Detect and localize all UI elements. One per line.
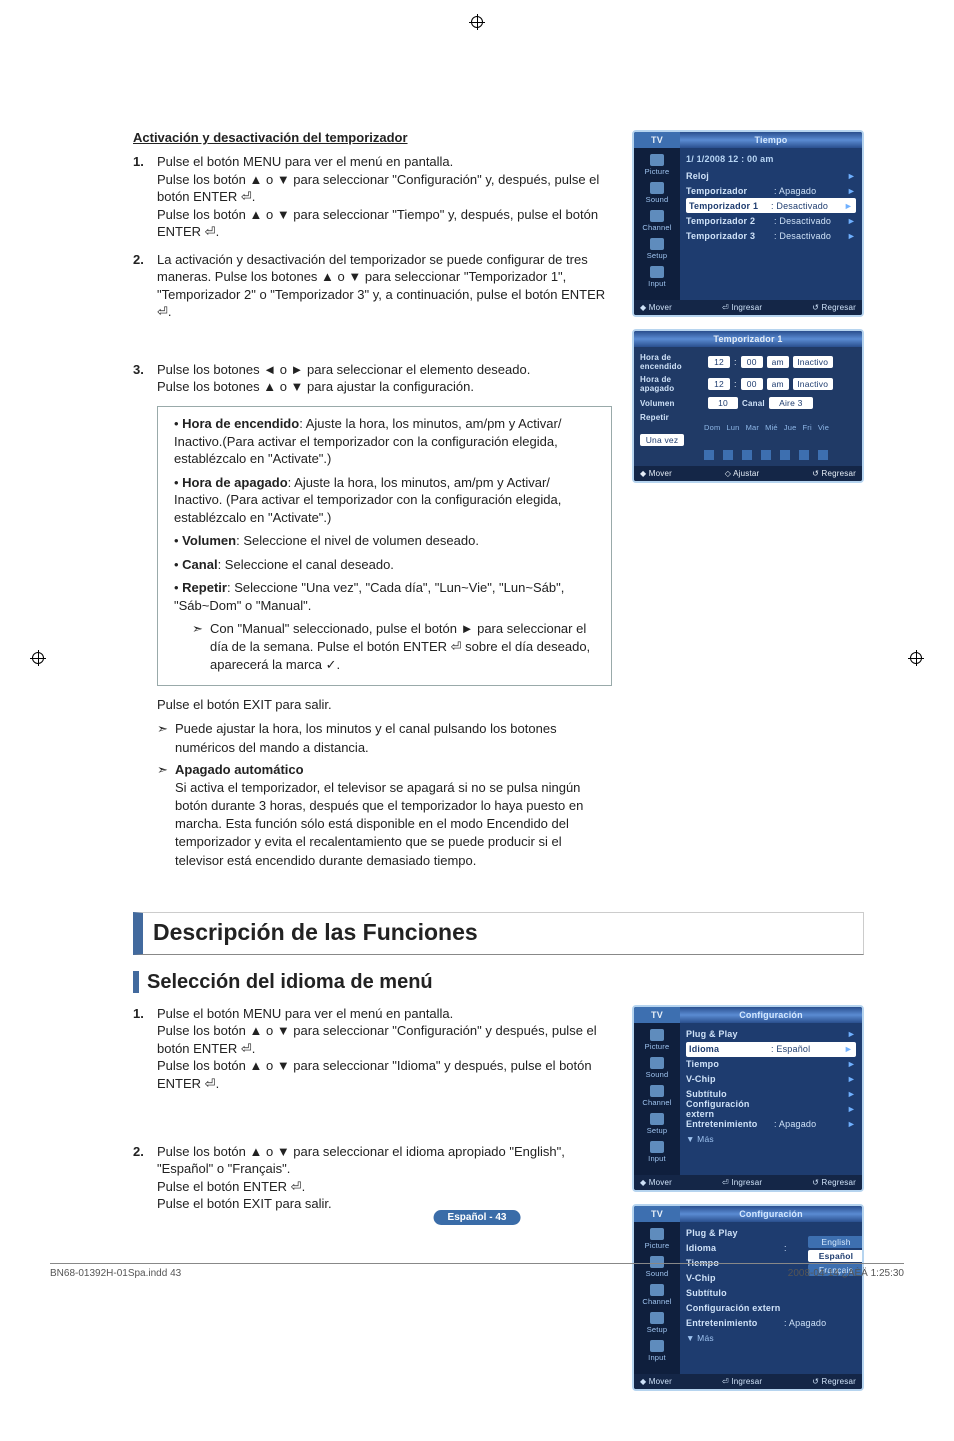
osd-row[interactable]: Tiempo► — [686, 1057, 856, 1072]
chevron-right-icon: ► — [846, 216, 856, 226]
sound-icon — [650, 182, 664, 194]
dropdown-option[interactable]: English — [808, 1236, 864, 1248]
osd-row-selected[interactable]: Idioma: Español► — [686, 1042, 856, 1057]
tmr-repeat-row[interactable]: Repetir — [640, 413, 856, 422]
osd-title: Tiempo — [680, 132, 862, 148]
tmr-on-row[interactable]: Hora de encendido 12: 00 am Inactivo — [640, 353, 856, 371]
sound-icon — [650, 1057, 664, 1069]
picture-icon — [650, 1228, 664, 1240]
tmr-once-pill[interactable]: Una vez — [640, 434, 684, 446]
osd-configuracion-2: TV Configuración Picture Sound Channel S… — [632, 1204, 864, 1391]
exit-line: Pulse el botón EXIT para salir. — [157, 696, 612, 714]
setup-icon — [650, 1312, 664, 1324]
osd-nav: Picture Sound Channel Setup Input — [634, 148, 680, 300]
print-footer: BN68-01392H-01Spa.indd 43 2008-04-14 ¿ÀÈ… — [50, 1263, 904, 1279]
osd-row[interactable]: Temporizador 2: Desactivado► — [686, 213, 856, 228]
osd-footer: ◆ Mover ⏎ Ingresar ↺ Regresar — [634, 1374, 862, 1389]
tmr-off-row[interactable]: Hora de apagado 12: 00 am Inactivo — [640, 375, 856, 393]
step-number: 1. — [133, 153, 157, 241]
picture-icon — [650, 1029, 664, 1041]
picture-icon — [650, 154, 664, 166]
osd-temporizador1: Temporizador 1 Hora de encendido 12: 00 … — [632, 329, 864, 483]
osd-tv-label: TV — [634, 1007, 680, 1023]
note-auto-off: Apagado automático Si activa el temporiz… — [157, 761, 612, 870]
osd-footer: ◆ Mover ◇ Ajustar ↺ Regresar — [634, 466, 862, 481]
osd-row-selected[interactable]: Temporizador 1: Desactivado► — [686, 198, 856, 213]
step-number: 1. — [133, 1005, 157, 1093]
chevron-right-icon: ► — [846, 1059, 856, 1069]
options-box: • Hora de encendido: Ajuste la hora, los… — [157, 406, 612, 686]
osd-footer: ◆ Mover ⏎ Ingresar ↺ Regresar — [634, 300, 862, 315]
osd-row[interactable]: Reloj► — [686, 168, 856, 183]
steps-list-b: 1. Pulse el botón MENU para ver el menú … — [133, 1005, 612, 1213]
channel-icon — [650, 210, 664, 222]
osd-row[interactable]: Entretenimiento: Apagado► — [686, 1117, 856, 1132]
steps-list-a: 1. Pulse el botón MENU para ver el menú … — [133, 153, 612, 396]
chevron-right-icon: ► — [846, 1074, 856, 1084]
osd-row[interactable]: Temporizador: Apagado► — [686, 183, 856, 198]
osd-row[interactable]: Temporizador 3: Desactivado► — [686, 228, 856, 243]
osd-tv-label: TV — [634, 1206, 680, 1222]
step-number: 2. — [133, 251, 157, 321]
osd-date: 1/ 1/2008 12 : 00 am — [686, 154, 856, 164]
osd-tv-label: TV — [634, 132, 680, 148]
step-body: Pulse el botón MENU para ver el menú en … — [157, 153, 612, 241]
osd-more: ▼ Más — [686, 1134, 856, 1144]
chevron-right-icon: ► — [843, 1044, 853, 1054]
channel-icon — [650, 1085, 664, 1097]
step-body: Pulse los botones ◄ o ► para seleccionar… — [157, 361, 612, 396]
input-icon — [650, 266, 664, 278]
chevron-right-icon: ► — [846, 1119, 856, 1129]
chevron-right-icon: ► — [846, 1104, 856, 1114]
step-body: Pulse los botón ▲ o ▼ para seleccionar e… — [157, 1143, 612, 1213]
osd-row[interactable]: Configuración extern► — [686, 1102, 856, 1117]
input-icon — [650, 1141, 664, 1153]
manual-note: Con "Manual" seleccionado, pulse el botó… — [192, 620, 599, 673]
page-number-badge: Español - 43 — [434, 1210, 521, 1225]
chevron-right-icon: ► — [846, 1089, 856, 1099]
chevron-right-icon: ► — [846, 231, 856, 241]
chevron-right-icon: ► — [843, 201, 853, 211]
setup-icon — [650, 238, 664, 250]
note-adjust: Puede ajustar la hora, los minutos y el … — [157, 720, 612, 756]
osd-nav: Picture Sound Channel Setup Input — [634, 1023, 680, 1175]
step-number: 2. — [133, 1143, 157, 1213]
dropdown-option-selected[interactable]: Español — [808, 1250, 864, 1262]
step-number: 3. — [133, 361, 157, 396]
osd-title: Temporizador 1 — [634, 331, 862, 347]
osd-row[interactable]: Entretenimiento: Apagado — [686, 1316, 856, 1331]
tmr-days: Dom Lun Mar Mié Jue Fri Vie — [704, 423, 856, 432]
osd-more: ▼ Más — [686, 1333, 856, 1343]
osd-row[interactable]: Configuración extern — [686, 1301, 856, 1316]
step-body: La activación y desactivación del tempor… — [157, 251, 612, 321]
chevron-right-icon: ► — [846, 171, 856, 181]
osd-row[interactable]: Plug & Play► — [686, 1027, 856, 1042]
osd-tiempo: TV Tiempo Picture Sound Channel Setup In… — [632, 130, 864, 317]
osd-footer: ◆ Mover ⏎ Ingresar ↺ Regresar — [634, 1175, 862, 1190]
osd-row[interactable]: Subtítulo — [686, 1286, 856, 1301]
chevron-right-icon: ► — [846, 1029, 856, 1039]
osd-nav: Picture Sound Channel Setup Input — [634, 1222, 680, 1374]
osd-title: Configuración — [680, 1007, 862, 1023]
tmr-vol-row[interactable]: Volumen 10 Canal Aire 3 — [640, 397, 856, 409]
section-heading-functions: Descripción de las Funciones — [133, 912, 864, 955]
osd-configuracion-1: TV Configuración Picture Sound Channel S… — [632, 1005, 864, 1192]
input-icon — [650, 1340, 664, 1352]
osd-row[interactable]: V-Chip► — [686, 1072, 856, 1087]
step-body: Pulse el botón MENU para ver el menú en … — [157, 1005, 612, 1093]
subsection-heading-language: Selección del idioma de menú — [133, 971, 864, 993]
after-box-block: Pulse el botón EXIT para salir. Puede aj… — [157, 696, 612, 870]
section-heading-timer: Activación y desactivación del temporiza… — [133, 130, 612, 145]
setup-icon — [650, 1113, 664, 1125]
channel-icon — [650, 1284, 664, 1296]
tmr-day-checkboxes[interactable] — [704, 450, 856, 460]
osd-title: Configuración — [680, 1206, 862, 1222]
chevron-right-icon: ► — [846, 186, 856, 196]
